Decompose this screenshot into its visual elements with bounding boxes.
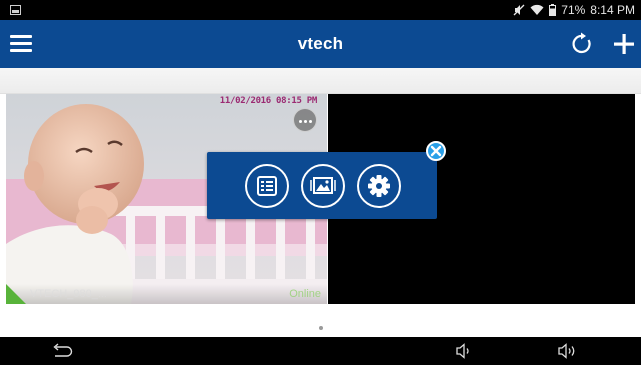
camera-options-button[interactable] [293,108,317,132]
mute-icon [513,4,525,16]
list-icon [257,176,277,196]
clock: 8:14 PM [590,3,635,17]
sub-header-strip [0,68,641,94]
status-bar: 71% 8:14 PM [0,0,641,20]
camera-action-popup [207,152,437,219]
back-button[interactable] [50,342,74,360]
settings-button[interactable] [357,164,401,208]
camera-name: VTECH_980_... [30,288,108,300]
volume-down-icon [456,343,469,359]
close-icon [430,145,442,157]
refresh-button[interactable] [569,31,595,57]
volume-up-icon [558,343,575,359]
volume-up-button[interactable] [555,342,579,360]
refresh-icon [572,32,591,54]
add-camera-button[interactable] [611,31,637,57]
camera-timestamp: 11/02/2016 08:15 PM [219,96,318,106]
screenshot-notification-icon [10,5,21,15]
back-icon [53,343,73,357]
gallery-icon [310,177,336,194]
gallery-button[interactable] [301,164,345,208]
plus-icon [614,34,634,54]
app-bar: vtech [0,20,641,68]
page-indicator-dot [319,326,323,330]
system-navigation-bar [0,337,641,365]
event-list-button[interactable] [245,164,289,208]
popup-close-button[interactable] [426,141,446,161]
online-indicator-corner [6,284,26,304]
volume-down-button[interactable] [453,342,477,360]
battery-icon [549,4,557,16]
camera-status: Online [289,288,321,300]
wifi-icon [530,4,544,15]
gear-icon [368,175,390,197]
app-title: vtech [297,34,344,53]
status-bar-indicators: 71% 8:14 PM [513,3,635,17]
battery-percent: 71% [561,3,586,17]
